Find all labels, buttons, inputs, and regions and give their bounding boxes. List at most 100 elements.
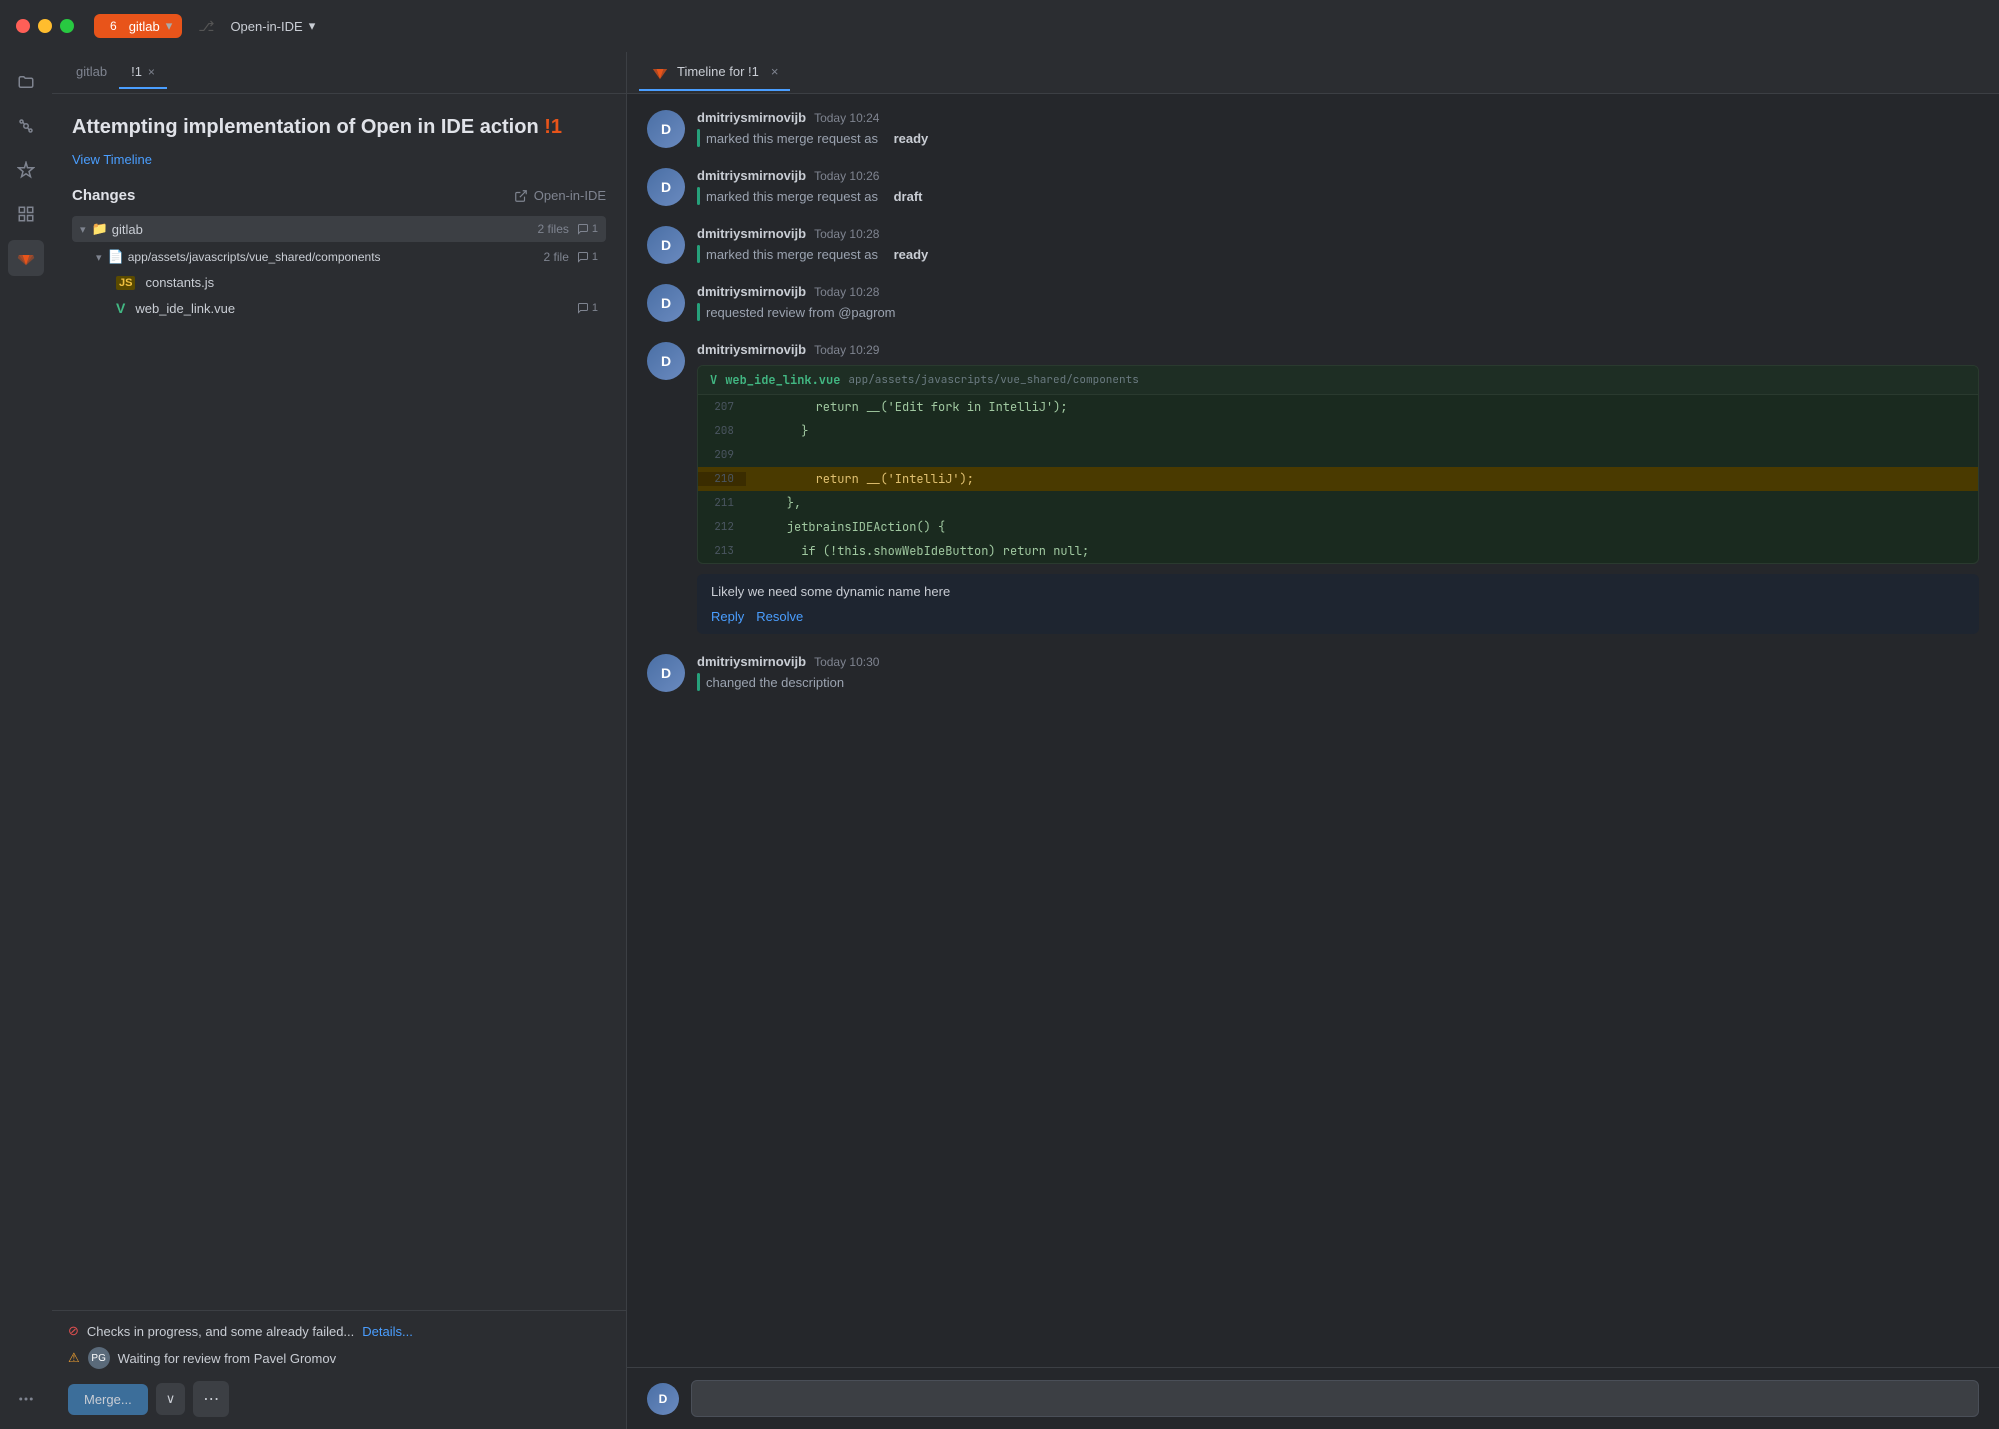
timeline-event-2: D dmitriysmirnovijb Today 10:26 marked t… xyxy=(647,168,1979,206)
code-line-207: 207 return __('Edit fork in IntelliJ'); xyxy=(698,395,1978,419)
event-body-3: dmitriysmirnovijb Today 10:28 marked thi… xyxy=(697,226,1979,264)
event-time-last: Today 10:30 xyxy=(814,655,879,669)
tab-mr[interactable]: !1 × xyxy=(119,56,167,89)
event-text-1: marked this merge request as ready xyxy=(706,131,928,146)
sidebar-grid-icon[interactable] xyxy=(8,196,44,232)
left-footer: ⊘ Checks in progress, and some already f… xyxy=(52,1310,626,1429)
view-timeline-link[interactable]: View Timeline xyxy=(72,152,606,167)
vue-comment-count: 1 xyxy=(577,302,598,314)
event-time-3: Today 10:28 xyxy=(814,227,879,241)
timeline-event-last: D dmitriysmirnovijb Today 10:30 changed … xyxy=(647,654,1979,692)
sidebar-folder-icon[interactable] xyxy=(8,64,44,100)
event-author-3: dmitriysmirnovijb xyxy=(697,226,806,241)
avatar-2: D xyxy=(647,168,685,206)
tree-root-row[interactable]: ▾ 📁 gitlab 2 files 1 xyxy=(72,216,606,242)
title-tabs: 6 gitlab ▾ ⎇ Open-in-IDE ▾ xyxy=(94,14,315,38)
details-link[interactable]: Details... xyxy=(362,1324,413,1339)
event-author-5: dmitriysmirnovijb xyxy=(697,342,806,357)
resolve-button[interactable]: Resolve xyxy=(756,609,803,624)
event-body-last: dmitriysmirnovijb Today 10:30 changed th… xyxy=(697,654,1979,692)
reviewer-avatar: PG xyxy=(88,1347,110,1369)
code-line-210: 210 return __('IntelliJ'); xyxy=(698,467,1978,491)
timeline-event-4: D dmitriysmirnovijb Today 10:28 requeste… xyxy=(647,284,1979,322)
open-in-ide-title-label: Open-in-IDE xyxy=(230,19,302,34)
timeline-event-3: D dmitriysmirnovijb Today 10:28 marked t… xyxy=(647,226,1979,264)
reply-input[interactable] xyxy=(691,1380,1979,1417)
accent-bar-last xyxy=(697,673,700,691)
event-author-1: dmitriysmirnovijb xyxy=(697,110,806,125)
maximize-window-button[interactable] xyxy=(60,19,74,33)
event-author-last: dmitriysmirnovijb xyxy=(697,654,806,669)
accent-bar-1 xyxy=(697,129,700,147)
event-header-last: dmitriysmirnovijb Today 10:30 xyxy=(697,654,1979,669)
event-time-4: Today 10:28 xyxy=(814,285,879,299)
tab-mr-label: !1 xyxy=(131,64,142,79)
merge-dropdown-button[interactable]: ∨ xyxy=(156,1383,186,1415)
open-in-ide-title-button[interactable]: Open-in-IDE ▾ xyxy=(230,18,315,34)
accent-bar-2 xyxy=(697,187,700,205)
close-window-button[interactable] xyxy=(16,19,30,33)
comment-actions: Reply Resolve xyxy=(711,609,1965,624)
sidebar-sparkle-icon[interactable] xyxy=(8,152,44,188)
event-time-5: Today 10:29 xyxy=(814,343,879,357)
tree-folder-row[interactable]: ▾ 📄 app/assets/javascripts/vue_shared/co… xyxy=(72,244,606,270)
open-in-ide-changes-button[interactable]: Open-in-IDE xyxy=(514,188,606,203)
subfolder-icon: 📄 xyxy=(108,249,124,265)
tree-file-constants[interactable]: JS constants.js xyxy=(72,270,606,295)
merge-button[interactable]: Merge... xyxy=(68,1384,148,1415)
event-author-2: dmitriysmirnovijb xyxy=(697,168,806,183)
comment-text: Likely we need some dynamic name here xyxy=(711,584,1965,599)
right-panel: Timeline for !1 × D dmitriysmirnovijb To… xyxy=(627,52,1999,1429)
event-text-last: changed the description xyxy=(706,675,844,690)
accent-bar-3 xyxy=(697,245,700,263)
merge-bar: Merge... ∨ ⋯ xyxy=(68,1381,610,1417)
dropdown-arrow-icon[interactable]: ▾ xyxy=(166,18,173,34)
comment-section: Likely we need some dynamic name here Re… xyxy=(697,574,1979,634)
folder-label: app/assets/javascripts/vue_shared/compon… xyxy=(128,250,540,264)
mr-title: Attempting implementation of Open in IDE… xyxy=(72,114,606,140)
code-line-211: 211 }, xyxy=(698,491,1978,515)
event-body-2: dmitriysmirnovijb Today 10:26 marked thi… xyxy=(697,168,1979,206)
avatar-4: D xyxy=(647,284,685,322)
tab-close-icon[interactable]: × xyxy=(148,65,155,79)
event-line-3: marked this merge request as ready xyxy=(697,245,1979,263)
timeline-tab-close[interactable]: × xyxy=(771,64,779,79)
avatar-last: D xyxy=(647,654,685,692)
open-in-ide-dropdown-icon: ▾ xyxy=(309,18,316,34)
app-tab[interactable]: 6 gitlab ▾ xyxy=(94,14,182,38)
tab-timeline[interactable]: Timeline for !1 × xyxy=(639,55,790,91)
sidebar-git-icon[interactable] xyxy=(8,108,44,144)
avatar-3: D xyxy=(647,226,685,264)
sidebar-more-icon[interactable] xyxy=(8,1381,44,1417)
event-header-2: dmitriysmirnovijb Today 10:26 xyxy=(697,168,1979,183)
event-body-5: dmitriysmirnovijb Today 10:29 V web_ide_… xyxy=(697,342,1979,634)
root-file-count: 2 files xyxy=(538,222,569,236)
root-label: gitlab xyxy=(112,222,534,237)
reply-input-row: D xyxy=(627,1367,1999,1429)
more-options-button[interactable]: ⋯ xyxy=(193,1381,229,1417)
event-header-5: dmitriysmirnovijb Today 10:29 xyxy=(697,342,1979,357)
checks-status: ⊘ Checks in progress, and some already f… xyxy=(68,1323,610,1339)
event-header-1: dmitriysmirnovijb Today 10:24 xyxy=(697,110,1979,125)
minimize-window-button[interactable] xyxy=(38,19,52,33)
reply-button[interactable]: Reply xyxy=(711,609,744,624)
changes-title: Changes xyxy=(72,187,135,204)
left-tab-bar: gitlab !1 × xyxy=(52,52,626,94)
tab-gitlab[interactable]: gitlab xyxy=(64,56,119,89)
code-line-212: 212 jetbrainsIDEAction() { xyxy=(698,515,1978,539)
error-icon: ⊘ xyxy=(68,1323,79,1339)
event-line-last: changed the description xyxy=(697,673,1979,691)
js-file-icon: JS xyxy=(116,276,135,290)
right-tab-bar: Timeline for !1 × xyxy=(627,52,1999,94)
vue-file-icon: V xyxy=(116,300,125,316)
checks-text: Checks in progress, and some already fai… xyxy=(87,1324,354,1339)
folder-file-count: 2 file xyxy=(544,250,569,264)
code-line-208: 208 } xyxy=(698,419,1978,443)
event-line-4: requested review from @pagrom xyxy=(697,303,1979,321)
tree-file-vue[interactable]: V web_ide_link.vue 1 xyxy=(72,295,606,321)
left-panel: gitlab !1 × Attempting implementation of… xyxy=(52,52,627,1429)
code-file-header: V web_ide_link.vue app/assets/javascript… xyxy=(698,366,1978,395)
avatar-5: D xyxy=(647,342,685,380)
sidebar-gitlab-icon[interactable] xyxy=(8,240,44,276)
reply-avatar: D xyxy=(647,1383,679,1415)
